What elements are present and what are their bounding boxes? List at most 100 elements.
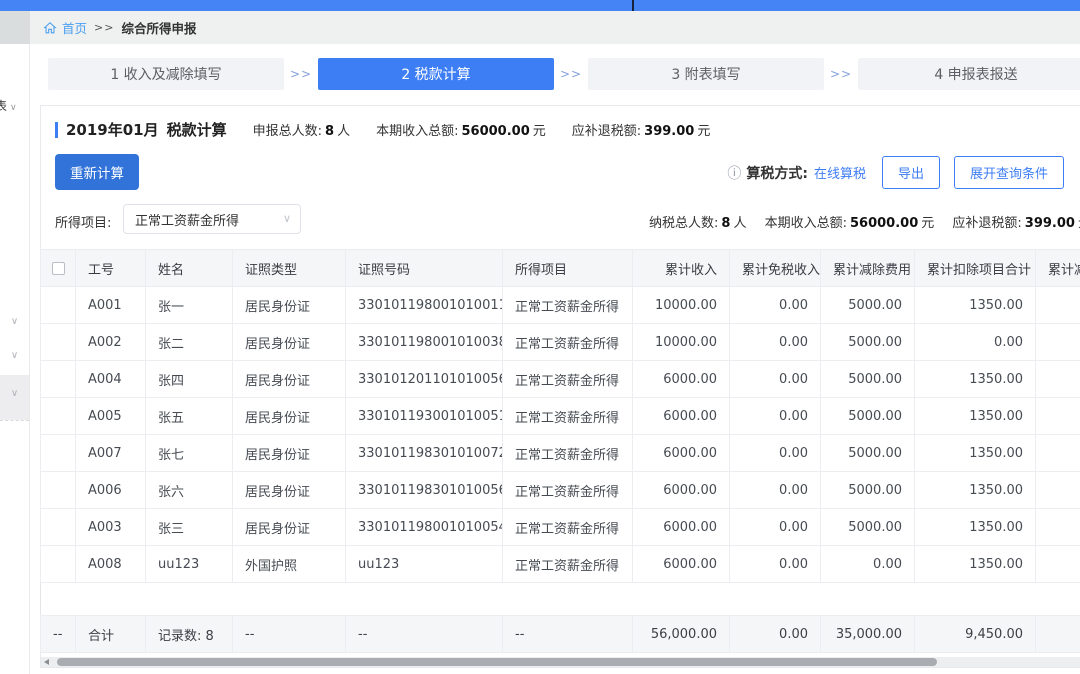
column-header: 姓名 (146, 250, 233, 287)
recalculate-button[interactable]: 重新计算 (55, 154, 139, 190)
table-row[interactable]: A005张五居民身份证330101193001010051正常工资薪金所得600… (41, 398, 1080, 435)
step-tab-tax-calculation[interactable]: 2 税款计算 (318, 58, 554, 90)
cell: A004 (76, 361, 146, 398)
cell: 5000.00 (821, 361, 915, 398)
row-select-cell (41, 509, 76, 546)
tax-method-label: 算税方式: (746, 163, 808, 183)
table-header-row: 工号姓名证照类型证照号码所得项目累计收入累计免税收入累计减除费用累计扣除项目合计… (41, 250, 1080, 287)
row-select-cell (41, 361, 76, 398)
cell: 居民身份证 (233, 472, 346, 509)
cell: 张二 (146, 324, 233, 361)
cell: 330101198301010056 (346, 472, 503, 509)
table-row[interactable]: A008uu123外国护照uu123正常工资薪金所得6000.000.000.0… (41, 546, 1080, 583)
cell: 10000.00 (633, 324, 730, 361)
footer-cell: -- (233, 616, 346, 653)
step-tab-income-deduction[interactable]: 1 收入及减除填写 (48, 58, 284, 90)
cell: 5000.00 (821, 472, 915, 509)
cell: 张三 (146, 509, 233, 546)
toolbar: 重新计算 ⓘ 算税方式: 在线算税 导出 展开查询条件 (41, 154, 1080, 188)
income-item-label: 所得项目: (55, 212, 111, 231)
stat-taxpayer-count: 纳税总人数:8人 (649, 216, 746, 231)
stat-tax-due: 应补退税额:399.00元 (952, 216, 1080, 231)
scroll-left-arrow-icon[interactable] (44, 659, 49, 665)
stat-period-income: 本期收入总额:56000.00元 (376, 120, 546, 139)
step-tab-return-submit[interactable]: 4 申报表报送 (858, 58, 1080, 90)
cell: 居民身份证 (233, 435, 346, 472)
cell: 6000.00 (633, 509, 730, 546)
footer-cell: 0.00 (730, 616, 821, 653)
cell: 0.00 (730, 324, 821, 361)
cell (1036, 546, 1080, 583)
title-accent-bar (55, 122, 58, 138)
table-row[interactable]: A002张二居民身份证330101198001010038正常工资薪金所得100… (41, 324, 1080, 361)
cell: 6000.00 (633, 361, 730, 398)
cell: 1350.00 (915, 546, 1036, 583)
cell (1036, 435, 1080, 472)
page-title: 税款计算 (167, 119, 227, 140)
cell: 0.00 (821, 546, 915, 583)
cell: 0.00 (730, 361, 821, 398)
cell: 5000.00 (821, 435, 915, 472)
breadcrumb-home-link[interactable]: 首页 (62, 18, 87, 37)
cell: 张五 (146, 398, 233, 435)
cell: 0.00 (730, 509, 821, 546)
table-footer-row: --合计记录数: 8------56,000.000.0035,000.009,… (41, 616, 1080, 653)
footer-cell (1036, 616, 1080, 653)
filter-row: 所得项目: 正常工资薪金所得 ∨ 纳税总人数:8人 本期收入总额:56000.0… (41, 204, 1080, 236)
cell: 1350.00 (915, 472, 1036, 509)
select-all-checkbox[interactable] (52, 262, 65, 275)
footer-cell: 35,000.00 (821, 616, 915, 653)
scrollbar-thumb[interactable] (57, 658, 937, 666)
breadcrumb-current: 综合所得申报 (121, 18, 196, 37)
step-wizard: 1 收入及减除填写 >> 2 税款计算 >> 3 附表填写 >> 4 申报表报送 (48, 58, 1080, 90)
cell: A002 (76, 324, 146, 361)
cell: 正常工资薪金所得 (503, 361, 633, 398)
horizontal-scrollbar[interactable] (41, 657, 1080, 667)
sidebar-item-partial[interactable]: 表∨ (0, 97, 17, 114)
column-header: 累计扣除项目合计 (915, 250, 1036, 287)
income-item-select[interactable]: 正常工资薪金所得 ∨ (123, 204, 301, 234)
table-row[interactable]: A006张六居民身份证330101198301010056正常工资薪金所得600… (41, 472, 1080, 509)
cell: A007 (76, 435, 146, 472)
cell (1036, 472, 1080, 509)
export-button[interactable]: 导出 (882, 156, 940, 189)
column-header: 累计减免税额 (1036, 250, 1080, 287)
chevron-down-icon[interactable]: ∨ (0, 350, 29, 361)
stat-tax-due: 应补退税额:399.00元 (572, 120, 711, 139)
cell: 居民身份证 (233, 509, 346, 546)
cell: 正常工资薪金所得 (503, 398, 633, 435)
column-header: 工号 (76, 250, 146, 287)
cell (1036, 361, 1080, 398)
chevron-down-icon[interactable]: ∨ (0, 316, 29, 327)
cell: 居民身份证 (233, 398, 346, 435)
column-header: 所得项目 (503, 250, 633, 287)
cell: 0.00 (730, 472, 821, 509)
stat-period-income: 本期收入总额:56000.00元 (765, 216, 935, 231)
sidebar-divider (0, 420, 29, 421)
footer-cell: 合计 (76, 616, 146, 653)
cell: 6000.00 (633, 472, 730, 509)
cell: 外国护照 (233, 546, 346, 583)
table-row[interactable]: A004张四居民身份证330101201101010056正常工资薪金所得600… (41, 361, 1080, 398)
table-row[interactable]: A001张一居民身份证330101198001010011正常工资薪金所得100… (41, 287, 1080, 324)
cell: A001 (76, 287, 146, 324)
table-row[interactable]: A007张七居民身份证330101198301010072正常工资薪金所得600… (41, 435, 1080, 472)
cell: 居民身份证 (233, 324, 346, 361)
column-header: 累计免税收入 (730, 250, 821, 287)
table-row[interactable]: A003张三居民身份证330101198001010054正常工资薪金所得600… (41, 509, 1080, 546)
chevron-down-icon: ∨ (283, 212, 291, 225)
breadcrumb-separator: >> (94, 21, 114, 34)
corner-block (0, 11, 30, 44)
expand-query-button[interactable]: 展开查询条件 (954, 156, 1064, 189)
sidebar-item-selected[interactable]: ∨ (0, 375, 29, 420)
cell: 330101198001010038 (346, 324, 503, 361)
footer-cell: 56,000.00 (633, 616, 730, 653)
tax-method-value[interactable]: 在线算税 (814, 163, 866, 182)
cell: 10000.00 (633, 287, 730, 324)
step-tab-schedule-fill[interactable]: 3 附表填写 (588, 58, 824, 90)
taxpayer-stats: 纳税总人数:8人 本期收入总额:56000.00元 应补退税额:399.00元 (649, 212, 1080, 231)
toolbar-right-group: ⓘ 算税方式: 在线算税 导出 展开查询条件 (727, 156, 1064, 189)
cell: 6000.00 (633, 398, 730, 435)
column-header: 累计收入 (633, 250, 730, 287)
cell: 5000.00 (821, 324, 915, 361)
